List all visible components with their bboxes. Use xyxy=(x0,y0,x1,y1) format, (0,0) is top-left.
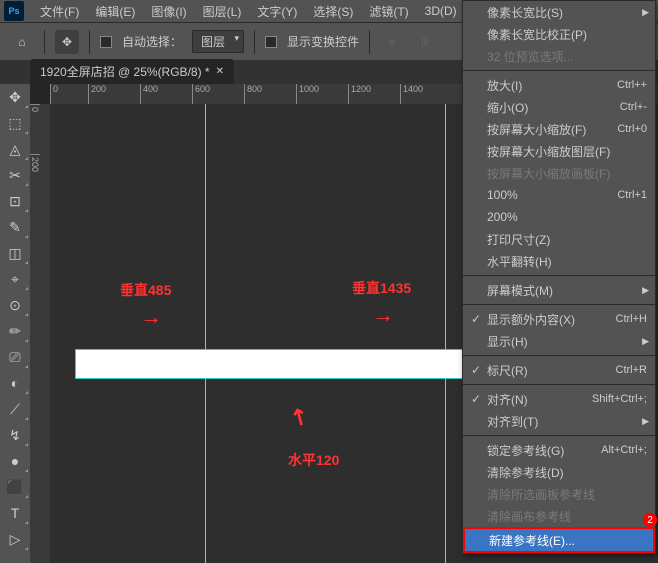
layer-dropdown[interactable]: 图层 xyxy=(192,30,244,53)
menu-3d[interactable]: 3D(D) xyxy=(417,0,465,22)
annotation-v2: 垂直1435 xyxy=(352,278,411,328)
annotation-badge-2: 2 xyxy=(643,513,657,527)
frame-tool[interactable]: ✎ xyxy=(0,214,30,240)
menu-fit-artboard: 按屏幕大小缩放画板(F) xyxy=(463,162,655,184)
menu-edit[interactable]: 编辑(E) xyxy=(87,0,143,22)
lasso-tool[interactable]: ◬ xyxy=(0,136,30,162)
menu-separator xyxy=(463,435,655,436)
auto-select-checkbox[interactable] xyxy=(100,36,112,48)
eyedropper-tool[interactable]: ◫ xyxy=(0,240,30,266)
heal-tool[interactable]: ⌖ xyxy=(0,266,30,292)
transform-label: 显示变换控件 xyxy=(287,33,359,50)
view-menu-dropdown: 像素长宽比(S)▶ 像素长宽比校正(P) 32 位预览选项... 放大(I)Ct… xyxy=(462,0,656,554)
auto-select-label: 自动选择： xyxy=(122,33,182,50)
gradient-tool[interactable]: ⟋ xyxy=(0,396,30,422)
home-icon[interactable]: ⌂ xyxy=(10,30,34,54)
distribute-icon[interactable]: ⊪ xyxy=(414,30,438,54)
guide-vertical-1[interactable] xyxy=(205,104,206,563)
menu-screen-mode[interactable]: 屏幕模式(M)▶ xyxy=(463,279,655,301)
blur-tool[interactable]: ↯ xyxy=(0,422,30,448)
annotation-h1: 水平120 xyxy=(288,450,339,470)
menu-separator xyxy=(463,384,655,385)
move-tool-icon[interactable]: ✥ xyxy=(55,30,79,54)
annotation-v1: 垂直485 xyxy=(120,280,171,330)
menu-filter[interactable]: 滤镜(T) xyxy=(361,0,416,22)
menu-fit-screen[interactable]: 按屏幕大小缩放(F)Ctrl+0 xyxy=(463,118,655,140)
transform-checkbox[interactable] xyxy=(265,36,277,48)
eraser-tool[interactable]: ◐ xyxy=(0,370,30,396)
history-brush-tool[interactable]: ⎚ xyxy=(0,344,30,370)
menu-select[interactable]: 选择(S) xyxy=(305,0,361,22)
close-icon[interactable]: ✕ xyxy=(216,66,224,77)
menu-zoom-in[interactable]: 放大(I)Ctrl++ xyxy=(463,74,655,96)
menu-extras[interactable]: ✓显示额外内容(X)Ctrl+H xyxy=(463,308,655,330)
menu-image[interactable]: 图像(I) xyxy=(143,0,194,22)
menu-file[interactable]: 文件(F) xyxy=(32,0,87,22)
divider xyxy=(369,30,370,54)
menu-flip-h[interactable]: 水平翻转(H) xyxy=(463,250,655,272)
menu-type[interactable]: 文字(Y) xyxy=(249,0,305,22)
path-tool[interactable]: ▷ xyxy=(0,526,30,552)
brush-tool[interactable]: ⊙ xyxy=(0,292,30,318)
menu-separator xyxy=(463,70,655,71)
menu-32bit-preview: 32 位预览选项... xyxy=(463,45,655,67)
menu-show[interactable]: 显示(H)▶ xyxy=(463,330,655,352)
align-icon[interactable]: ≡ xyxy=(380,30,404,54)
menu-clear-canvas-guides: 清除画布参考线 xyxy=(463,505,655,527)
menu-separator xyxy=(463,275,655,276)
menu-clear-artboard-guides: 清除所选画板参考线 xyxy=(463,483,655,505)
menu-snap[interactable]: ✓对齐(N)Shift+Ctrl+; xyxy=(463,388,655,410)
move-tool[interactable]: ✥ xyxy=(0,84,30,110)
menu-lock-guides[interactable]: 锁定参考线(G)Alt+Ctrl+; xyxy=(463,439,655,461)
divider xyxy=(254,30,255,54)
divider xyxy=(89,30,90,54)
tab-title: 1920全屏店招 @ 25%(RGB/8) * xyxy=(40,63,210,80)
menu-layer[interactable]: 图层(L) xyxy=(195,0,250,22)
crop-tool[interactable]: ⊡ xyxy=(0,188,30,214)
dodge-tool[interactable]: ● xyxy=(0,448,30,474)
guide-vertical-2[interactable] xyxy=(445,104,446,563)
menu-snap-to[interactable]: 对齐到(T)▶ xyxy=(463,410,655,432)
menu-fit-layer[interactable]: 按屏幕大小缩放图层(F) xyxy=(463,140,655,162)
document-tab[interactable]: 1920全屏店招 @ 25%(RGB/8) * ✕ xyxy=(30,59,234,84)
menu-200[interactable]: 200% xyxy=(463,206,655,228)
menu-separator xyxy=(463,304,655,305)
ps-logo-icon: Ps xyxy=(4,1,24,21)
menu-new-guide[interactable]: 新建参考线(E)... xyxy=(465,529,653,551)
menu-clear-guides[interactable]: 清除参考线(D) xyxy=(463,461,655,483)
menu-100[interactable]: 100%Ctrl+1 xyxy=(463,184,655,206)
menu-pixel-correction[interactable]: 像素长宽比校正(P) xyxy=(463,23,655,45)
pen-tool[interactable]: ⬛ xyxy=(0,474,30,500)
marquee-tool[interactable]: ⬚ xyxy=(0,110,30,136)
magic-wand-tool[interactable]: ✂ xyxy=(0,162,30,188)
text-tool[interactable]: T xyxy=(0,500,30,526)
clone-tool[interactable]: ✏ xyxy=(0,318,30,344)
menu-separator xyxy=(463,355,655,356)
arrow-up-icon: ↗ xyxy=(283,403,315,432)
ruler-vertical[interactable]: 0 200 xyxy=(30,104,50,563)
menu-zoom-out[interactable]: 缩小(O)Ctrl+- xyxy=(463,96,655,118)
menu-print-size[interactable]: 打印尺寸(Z) xyxy=(463,228,655,250)
menu-pixel-ratio[interactable]: 像素长宽比(S)▶ xyxy=(463,1,655,23)
menu-rulers[interactable]: ✓标尺(R)Ctrl+R xyxy=(463,359,655,381)
canvas-content xyxy=(75,349,480,379)
divider xyxy=(44,30,45,54)
